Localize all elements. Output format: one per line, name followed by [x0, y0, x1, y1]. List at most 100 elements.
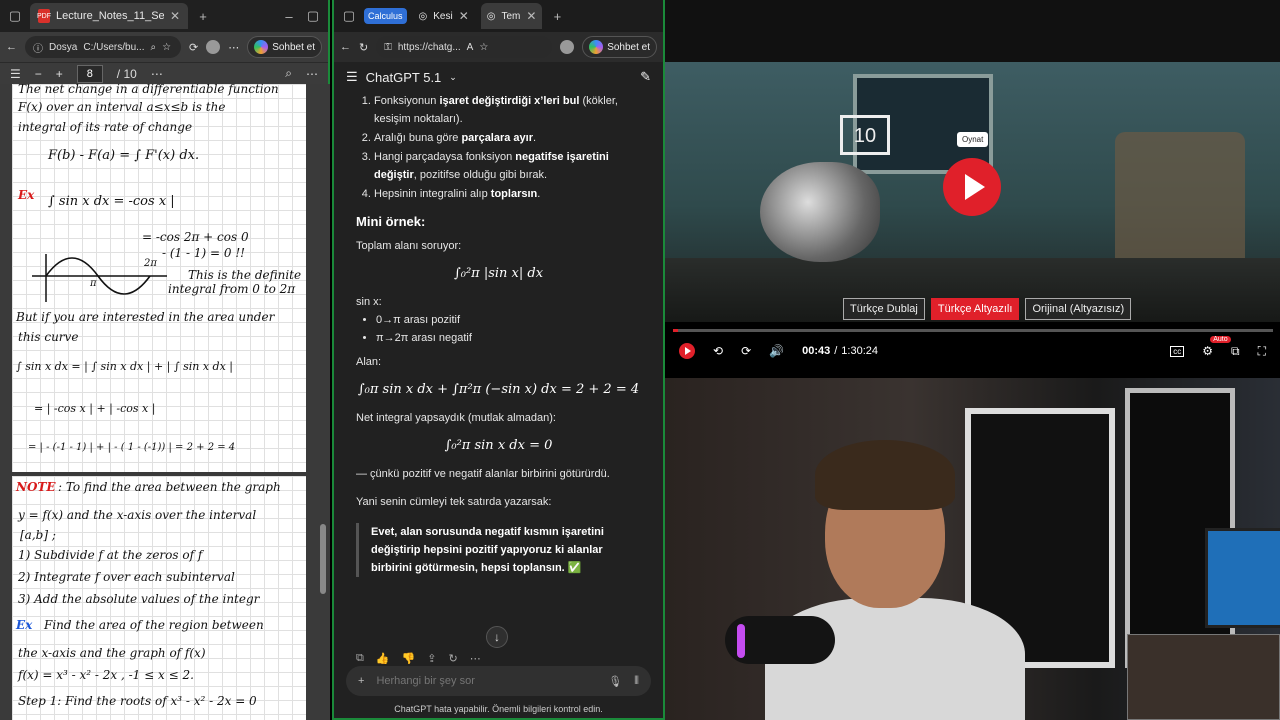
copy-icon[interactable]: ⧉ [356, 652, 364, 665]
big-play-button[interactable] [943, 158, 1001, 216]
language-option[interactable]: Türkçe Dublaj [843, 298, 925, 320]
pdf-viewer[interactable]: The net change in a differentiable funct… [0, 84, 330, 720]
new-tab-icon[interactable]: + [194, 9, 212, 24]
info-icon: ⓘ [33, 43, 43, 55]
close-tab-icon[interactable]: ✕ [459, 9, 469, 23]
thumbs-up-icon[interactable]: 👍 [376, 652, 390, 665]
mini-example-heading: Mini örnek: [356, 214, 426, 229]
list-item: Aralığı buna göre parçalara ayır. [374, 129, 641, 147]
play-tooltip: Oynat [957, 132, 989, 147]
maximize-icon[interactable]: ▢ [304, 8, 322, 24]
sinx-label: sin x: [356, 296, 382, 308]
minimize-icon[interactable]: – [280, 9, 298, 24]
language-option[interactable]: Orijinal (Altyazısız) [1025, 298, 1132, 320]
video-player[interactable]: 10 Oynat Türkçe Dublaj Türkçe Altyazılı … [665, 0, 1280, 372]
time-total: 1:30:24 [841, 345, 878, 357]
chat-composer: + 🎙 ⦀ [346, 666, 651, 696]
tab-label: Tem [501, 10, 521, 22]
list-item: 0→π arası pozitif [376, 311, 641, 329]
note-line: the x-axis and the graph of f(x) [18, 646, 206, 660]
back-arrow-icon[interactable]: ← [6, 41, 17, 53]
pdf-address-bar: ← ⓘ Dosya C:/Users/bu... ⌕ ☆ ⟳ ⋯ Sohbet … [0, 32, 328, 62]
contents-icon[interactable]: ☰ [10, 67, 21, 81]
microphone-light [737, 624, 745, 658]
plus-icon[interactable]: + [358, 675, 364, 687]
new-tab-icon[interactable]: + [548, 9, 566, 24]
fullscreen-icon[interactable]: ⛶ [1258, 344, 1266, 359]
search-icon[interactable]: ⌕ [285, 66, 292, 81]
favorite-star-icon[interactable]: ☆ [162, 42, 171, 53]
list-item: Fonksiyonun işaret değiştirdiği x’leri b… [374, 92, 641, 128]
favorite-star-icon[interactable]: ☆ [479, 42, 488, 53]
reload-icon[interactable]: ↻ [359, 41, 368, 54]
note-line: F(x) over an interval a≤x≤b is the [18, 100, 226, 114]
formula-area: ∫₀π sin x dx + ∫π²π (−sin x) dx = 2 + 2 … [357, 382, 640, 397]
back-arrow-icon[interactable]: ← [340, 41, 351, 53]
chatgpt-favicon-icon: ◎ [418, 10, 428, 22]
player-controls: ⟲ ⟳ 🔊 00:43 / 1:30:24 cc ⚙ Auto ⧉ ⛶ [665, 336, 1280, 364]
scroll-down-button[interactable]: ↓ [486, 626, 508, 648]
read-aloud-icon[interactable]: A [467, 42, 474, 53]
note-line: The net change in a differentiable funct… [18, 84, 279, 96]
language-option-selected[interactable]: Türkçe Altyazılı [930, 298, 1020, 320]
window-menu-icon[interactable]: ▢ [6, 8, 24, 24]
pdf-url-field[interactable]: ⓘ Dosya C:/Users/bu... ⌕ ☆ [25, 36, 181, 58]
copilot-chat-button[interactable]: Sohbet et [582, 36, 657, 58]
thumbs-down-icon[interactable]: 👎 [402, 652, 416, 665]
more-icon[interactable]: ⋯ [228, 41, 239, 54]
note-line: Step 1: Find the roots of x³ - x² - 2x =… [18, 694, 257, 708]
window-menu-icon[interactable]: ▢ [340, 8, 358, 24]
more-tools-icon[interactable]: ⋯ [151, 67, 163, 81]
more-icon[interactable]: ⋯ [470, 652, 481, 665]
play-button[interactable] [679, 343, 695, 359]
time-separator: / [834, 345, 838, 357]
tab-group-calculus[interactable]: Calculus [364, 8, 407, 24]
tab-tem[interactable]: ◎ Tem ✕ [480, 3, 543, 29]
pdf-scroll-thumb[interactable] [320, 524, 326, 594]
tab-kesi[interactable]: ◎ Kesi ✕ [413, 3, 475, 29]
webcam-feed [665, 378, 1280, 720]
settings-gear-icon[interactable]: ⚙ Auto [1202, 336, 1231, 358]
volume-icon[interactable]: 🔊 [769, 344, 784, 358]
note-line: 1) Subdivide f at the zeros of f [18, 548, 203, 562]
axis-label: 2π [144, 258, 157, 269]
regenerate-icon[interactable]: ↻ [448, 652, 457, 665]
copilot-chat-label: Sohbet et [607, 41, 650, 53]
scene-chair [1115, 132, 1245, 272]
microphone-icon[interactable]: 🎙 [608, 675, 622, 688]
forward-icon[interactable]: ⟳ [741, 344, 751, 358]
close-tab-icon[interactable]: ✕ [170, 9, 180, 23]
more-icon[interactable]: ⋯ [306, 67, 318, 81]
disclaimer: ChatGPT hata yapabilir. Önemli bilgileri… [394, 704, 603, 714]
pdf-toolbar: ☰ − + 8 / 10 ⋯ ⌕ ⋯ [0, 62, 328, 84]
close-tab-icon[interactable]: ✕ [526, 9, 536, 23]
zoom-icon[interactable]: ⌕ [151, 42, 157, 53]
rewind-icon[interactable]: ⟲ [713, 344, 723, 358]
page-total: / 10 [116, 66, 137, 81]
avatar[interactable] [560, 40, 575, 54]
pdf-tab[interactable]: PDF Lecture_Notes_11_Section_2.pdf ✕ [30, 3, 188, 29]
avatar[interactable] [206, 40, 221, 54]
chat-url-field[interactable]: ⚿ https://chatg... A ☆ [376, 36, 553, 58]
picture-in-picture-icon[interactable]: ⧉ [1231, 344, 1240, 359]
extensions-icon[interactable]: ⟳ [189, 41, 198, 54]
chevron-down-icon[interactable]: ⌄ [449, 72, 457, 83]
note-line: 3) Add the absolute values of the integr [18, 592, 260, 606]
pdf-scrollbar[interactable] [320, 84, 326, 720]
rewind-10-button[interactable]: 10 [840, 115, 890, 155]
sidebar-toggle-icon[interactable]: ☰ [346, 69, 358, 85]
model-selector[interactable]: ChatGPT 5.1 [366, 70, 442, 85]
subtitles-icon[interactable]: cc [1170, 345, 1185, 357]
zoom-in-icon[interactable]: + [56, 67, 63, 81]
zoom-out-icon[interactable]: − [35, 67, 42, 81]
progress-bar[interactable] [673, 329, 1273, 332]
new-chat-icon[interactable]: ✎ [640, 69, 651, 85]
note-formula: F(b) - F(a) = ∫ F'(x) dx. [48, 148, 200, 163]
page-number-input[interactable]: 8 [76, 64, 103, 83]
time-display: 00:43 / 1:30:24 [802, 345, 878, 357]
chat-input[interactable] [376, 675, 597, 687]
pdf-file-icon: PDF [37, 9, 51, 23]
share-icon[interactable]: ⇪ [427, 652, 436, 665]
copilot-chat-button[interactable]: Sohbet et [247, 36, 322, 58]
voice-mode-icon[interactable]: ⦀ [634, 675, 639, 688]
